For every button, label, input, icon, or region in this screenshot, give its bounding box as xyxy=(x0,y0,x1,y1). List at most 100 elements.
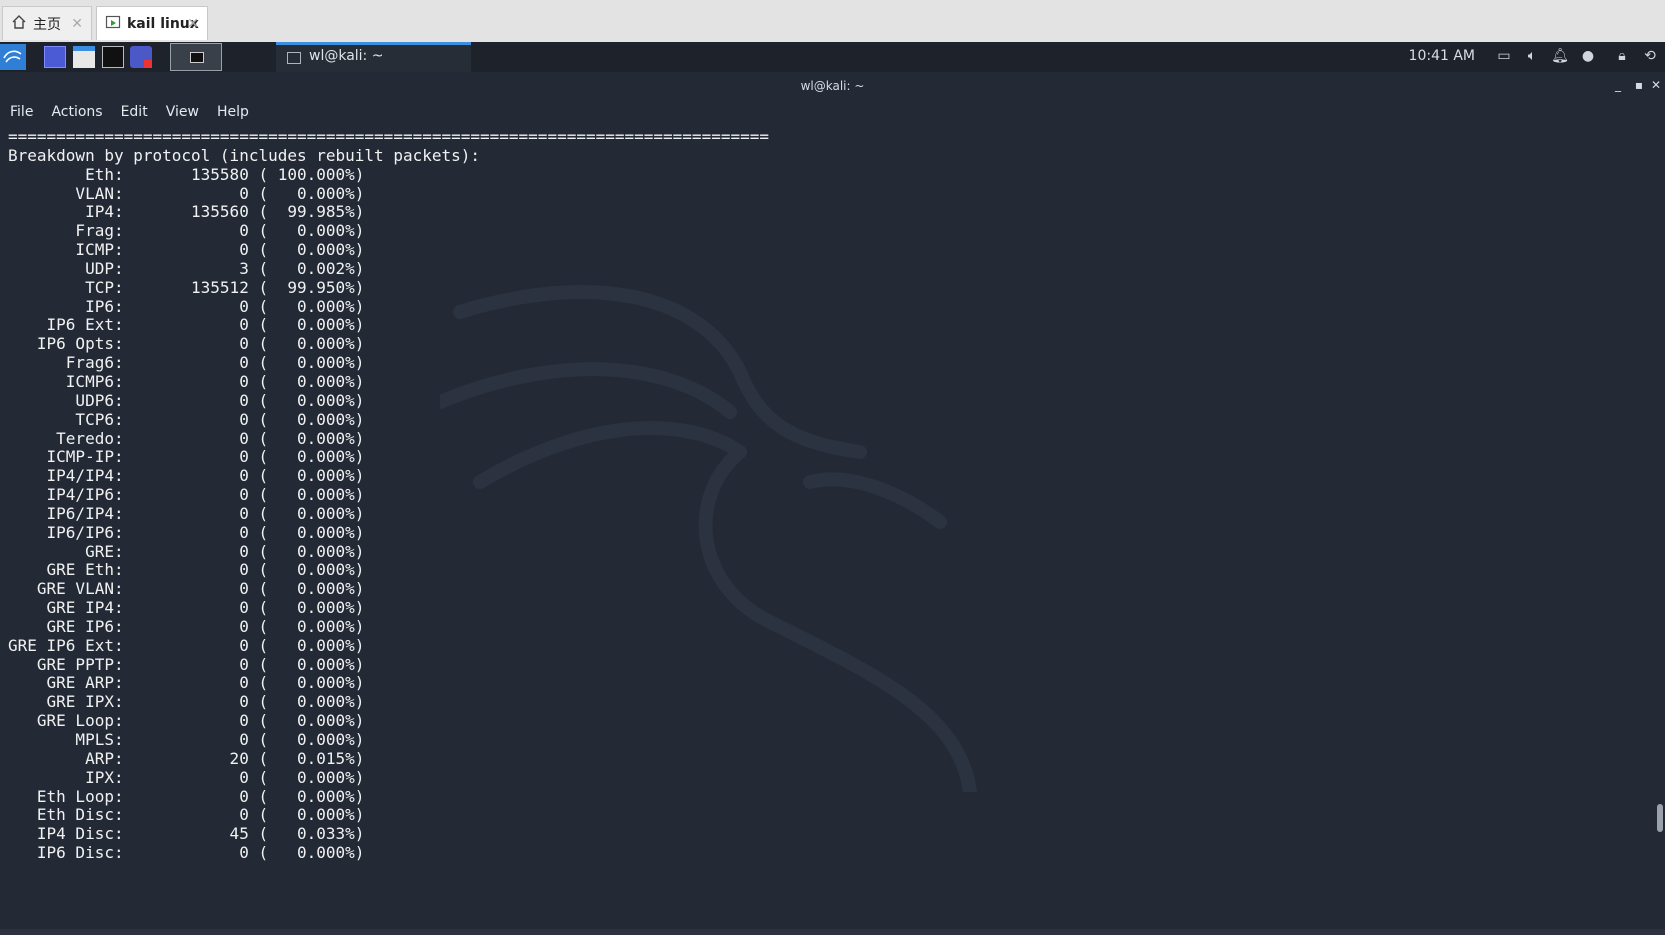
protocol-percent: ( 0.000%) xyxy=(248,409,365,429)
protocol-percent: ( 0.000%) xyxy=(248,786,365,806)
protocol-percent: ( 0.000%) xyxy=(248,541,365,561)
kali-menu-icon[interactable] xyxy=(0,44,26,70)
protocol-row: Eth Disc: 0 ( 0.000%) xyxy=(8,805,365,825)
menu-view[interactable]: View xyxy=(156,100,207,128)
logout-icon[interactable]: ⟲ xyxy=(1641,48,1659,64)
protocol-name: IP6 Opts: xyxy=(8,334,124,354)
close-icon[interactable]: ✕ xyxy=(71,16,83,32)
protocol-name: Teredo: xyxy=(8,428,124,448)
display-icon[interactable]: ▭ xyxy=(1495,48,1513,64)
protocol-row: GRE VLAN: 0 ( 0.000%) xyxy=(8,579,365,599)
protocol-row: IP6: 0 ( 0.000%) xyxy=(8,297,364,316)
scrollbar-thumb[interactable] xyxy=(1657,804,1663,832)
protocol-name: IP6 Ext: xyxy=(8,315,124,335)
protocol-count: 20 xyxy=(123,748,249,768)
taskbar-item-label: wl@kali: ~ xyxy=(309,48,384,64)
protocol-count: 0 xyxy=(123,692,249,712)
protocol-name: IP6/IP4: xyxy=(8,503,124,523)
protocol-count: 135560 xyxy=(123,202,249,222)
protocol-name: IP4 Disc: xyxy=(8,824,124,844)
protocol-row: IP6 Disc: 0 ( 0.000%) xyxy=(8,843,365,863)
bell-icon[interactable]: 🔔︎ xyxy=(1551,48,1569,64)
protocol-row: GRE IP6 Ext: 0 ( 0.000%) xyxy=(8,636,364,655)
protocol-name: UDP: xyxy=(8,258,124,278)
protocol-percent: ( 99.985%) xyxy=(248,202,365,222)
menu-actions[interactable]: Actions xyxy=(41,100,110,128)
maximize-button[interactable]: ▪ xyxy=(1635,78,1643,92)
separator-line: ========================================… xyxy=(8,127,769,146)
protocol-count: 0 xyxy=(123,560,249,580)
protocol-count: 0 xyxy=(123,296,249,316)
protocol-name: GRE PPTP: xyxy=(8,654,124,674)
protocol-percent: ( 0.000%) xyxy=(248,485,365,505)
active-window-button[interactable] xyxy=(170,43,222,71)
protocol-name: TCP: xyxy=(8,277,124,297)
protocol-row: UDP6: 0 ( 0.000%) xyxy=(8,391,364,410)
menu-help[interactable]: Help xyxy=(207,100,257,128)
protocol-count: 0 xyxy=(123,805,249,825)
protocol-percent: ( 0.000%) xyxy=(248,805,365,825)
protocol-percent: ( 0.000%) xyxy=(248,579,365,599)
protocol-count: 0 xyxy=(123,843,249,863)
taskbar-item-terminal[interactable]: wl@kali: ~ xyxy=(276,42,471,72)
host-tab-kali[interactable]: kail linux ✕ xyxy=(96,6,208,40)
protocol-percent: ( 0.000%) xyxy=(248,598,365,618)
menu-file[interactable]: File xyxy=(0,100,41,128)
protocol-name: MPLS: xyxy=(8,730,124,749)
bottom-edge xyxy=(0,929,1665,935)
close-icon[interactable]: ✕ xyxy=(187,16,199,32)
scrollbar[interactable] xyxy=(1653,128,1665,928)
protocol-name: TCP6: xyxy=(8,409,124,429)
protocol-name: GRE IPX: xyxy=(8,692,124,712)
terminal-output[interactable]: ========================================… xyxy=(8,127,1608,863)
protocol-percent: ( 0.000%) xyxy=(248,730,365,749)
protocol-name: ICMP6: xyxy=(8,371,124,391)
host-tab-home[interactable]: 主页 ✕ xyxy=(2,6,92,40)
browser-icon[interactable] xyxy=(130,46,152,68)
close-button[interactable]: ✕ xyxy=(1651,78,1661,92)
protocol-row: Frag: 0 ( 0.000%) xyxy=(8,221,364,240)
protocol-count: 0 xyxy=(123,598,249,618)
protocol-percent: ( 0.000%) xyxy=(248,767,365,787)
protocol-row: UDP: 3 ( 0.002%) xyxy=(8,259,364,278)
protocol-name: GRE IP6 Ext: xyxy=(8,635,124,655)
menu-edit[interactable]: Edit xyxy=(111,100,156,128)
protocol-count: 0 xyxy=(123,485,249,505)
protocol-count: 0 xyxy=(123,616,249,636)
protocol-row: GRE IP4: 0 ( 0.000%) xyxy=(8,598,365,618)
workspace-icon[interactable] xyxy=(44,46,66,68)
protocol-percent: ( 0.000%) xyxy=(248,616,365,636)
minimize-button[interactable]: _ xyxy=(1615,78,1621,92)
protocol-count: 0 xyxy=(123,635,249,655)
protocol-row: TCP6: 0 ( 0.000%) xyxy=(8,410,364,429)
volume-icon[interactable]: 🔈︎ xyxy=(1523,48,1541,64)
protocol-percent: ( 0.000%) xyxy=(248,447,365,467)
protocol-percent: ( 0.000%) xyxy=(248,692,365,712)
protocol-name: Eth Loop: xyxy=(8,786,124,806)
protocol-percent: ( 0.015%) xyxy=(248,748,365,768)
terminal-icon xyxy=(190,52,204,63)
clock[interactable]: 10:41 AM xyxy=(1409,48,1475,64)
protocol-percent: ( 0.000%) xyxy=(248,503,365,523)
protocol-percent: ( 100.000%) xyxy=(248,164,365,184)
protocol-count: 0 xyxy=(123,673,249,693)
protocol-row: ICMP6: 0 ( 0.000%) xyxy=(8,371,365,391)
network-icon[interactable]: ● xyxy=(1579,48,1597,64)
protocol-count: 135580 xyxy=(123,164,249,184)
protocol-count: 0 xyxy=(123,767,249,787)
window-title: wl@kali: ~ xyxy=(800,79,865,93)
protocol-row: ICMP: 0 ( 0.000%) xyxy=(8,240,364,259)
protocol-percent: ( 0.000%) xyxy=(248,296,365,316)
protocol-row: IP6 Opts: 0 ( 0.000%) xyxy=(8,334,365,354)
protocol-percent: ( 0.000%) xyxy=(248,315,365,335)
protocol-percent: ( 0.000%) xyxy=(248,183,365,203)
protocol-percent: ( 0.000%) xyxy=(248,371,365,391)
file-manager-icon[interactable] xyxy=(73,46,95,68)
protocol-count: 0 xyxy=(123,541,249,561)
protocol-name: IP4/IP4: xyxy=(8,466,124,486)
terminal-icon[interactable] xyxy=(102,46,124,68)
top-panel: wl@kali: ~ 10:41 AM ▭ 🔈︎ 🔔︎ ● 🔒︎ ⟲ xyxy=(0,42,1665,72)
protocol-row: Teredo: 0 ( 0.000%) xyxy=(8,429,364,448)
lock-icon[interactable]: 🔒︎ xyxy=(1613,48,1631,64)
protocol-percent: ( 0.000%) xyxy=(248,221,365,241)
